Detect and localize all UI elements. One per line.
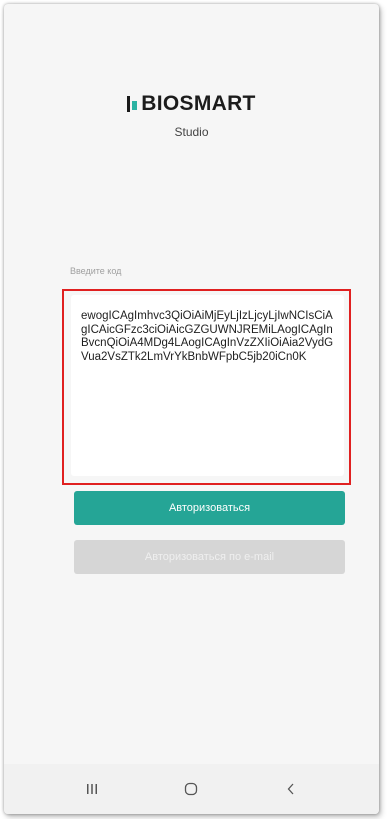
phone-screen: BIOSMART Studio Введите код ewogICAgImhv… xyxy=(4,4,379,814)
brand-name: BIOSMART xyxy=(141,92,256,115)
code-field-label: Введите код xyxy=(70,266,122,276)
logo-row: BIOSMART xyxy=(127,92,255,116)
brand-subtitle: Studio xyxy=(174,125,209,139)
system-navigation-bar xyxy=(4,764,379,814)
app-logo: BIOSMART Studio xyxy=(4,92,379,139)
recent-apps-icon xyxy=(86,784,97,794)
home-icon xyxy=(185,782,198,796)
back-button[interactable] xyxy=(271,774,311,804)
authorize-email-button-label: Авторизоваться по e-mail xyxy=(144,551,275,563)
authorize-button[interactable]: Авторизоваться xyxy=(74,491,345,525)
authorize-email-button[interactable]: Авторизоваться по e-mail xyxy=(74,540,345,574)
authorize-button-label: Авторизоваться xyxy=(168,502,251,514)
back-icon xyxy=(287,783,294,795)
biosmart-logo-icon xyxy=(127,96,138,112)
home-button[interactable] xyxy=(171,774,211,804)
logo-bar-dark xyxy=(127,96,131,112)
recent-apps-button[interactable] xyxy=(72,774,112,804)
code-input[interactable]: ewogICAgImhvc3QiOiAiMjEyLjIzLjcyLjIwNCIs… xyxy=(71,295,344,476)
logo-bar-accent xyxy=(132,101,138,110)
